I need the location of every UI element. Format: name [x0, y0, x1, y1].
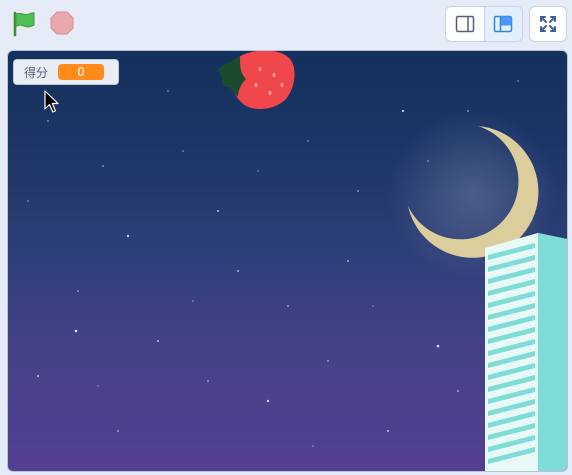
stop-icon [50, 11, 74, 35]
fullscreen-button[interactable] [529, 6, 567, 42]
mouse-cursor-icon [44, 90, 59, 113]
building-sprite [485, 233, 567, 471]
green-flag-icon [13, 11, 35, 37]
stage-header [0, 0, 572, 46]
strawberry-sprite [216, 51, 295, 109]
small-stage-button[interactable] [446, 7, 485, 41]
stop-button[interactable] [47, 8, 77, 38]
score-monitor-value: 0 [58, 64, 105, 80]
stage-canvas[interactable]: 得分 0 [7, 50, 568, 472]
small-stage-icon [455, 15, 474, 33]
starfield [27, 51, 567, 471]
large-stage-button[interactable] [484, 7, 522, 41]
fullscreen-icon [540, 16, 556, 32]
large-stage-icon [494, 15, 513, 33]
score-monitor-label: 得分 [24, 65, 49, 80]
score-monitor[interactable]: 得分 0 [13, 59, 119, 85]
stage-size-toggle [445, 6, 523, 42]
green-flag-button[interactable] [8, 8, 40, 38]
